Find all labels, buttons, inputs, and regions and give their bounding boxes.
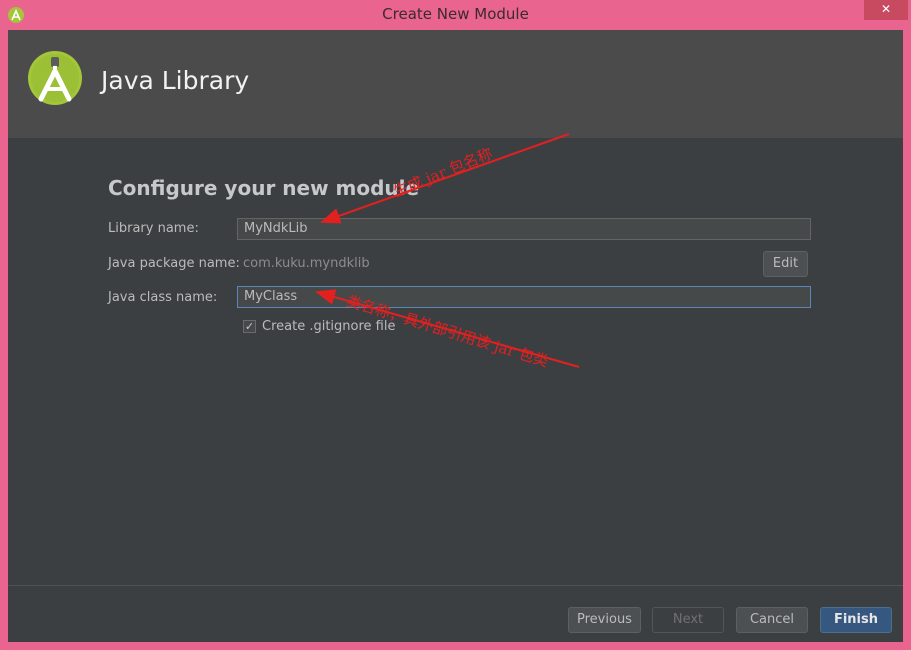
- gitignore-checkbox[interactable]: ✓: [243, 320, 256, 333]
- cancel-button[interactable]: Cancel: [736, 607, 808, 633]
- header-banner: Java Library: [8, 30, 903, 138]
- class-name-label: Java class name:: [108, 290, 218, 305]
- package-name-value: com.kuku.myndklib: [243, 256, 370, 271]
- finish-button[interactable]: Finish: [820, 607, 892, 633]
- page-title: Configure your new module: [108, 176, 420, 200]
- library-name-label: Library name:: [108, 221, 199, 236]
- module-type-title: Java Library: [101, 66, 250, 95]
- android-studio-icon: [28, 51, 82, 105]
- close-button[interactable]: ✕: [864, 0, 908, 20]
- window-title: Create New Module: [382, 5, 529, 23]
- title-bar[interactable]: Create New Module ✕: [0, 0, 911, 30]
- previous-button[interactable]: Previous: [568, 607, 641, 633]
- package-name-label: Java package name:: [108, 256, 240, 271]
- library-name-field[interactable]: MyNdkLib: [237, 218, 811, 240]
- edit-package-button[interactable]: Edit: [763, 251, 808, 277]
- footer-divider: [8, 585, 903, 586]
- create-module-window: Create New Module ✕ Java Library Configu…: [0, 0, 911, 650]
- gitignore-label: Create .gitignore file: [262, 319, 396, 334]
- class-name-field[interactable]: MyClass: [237, 286, 811, 308]
- next-button[interactable]: Next: [652, 607, 724, 633]
